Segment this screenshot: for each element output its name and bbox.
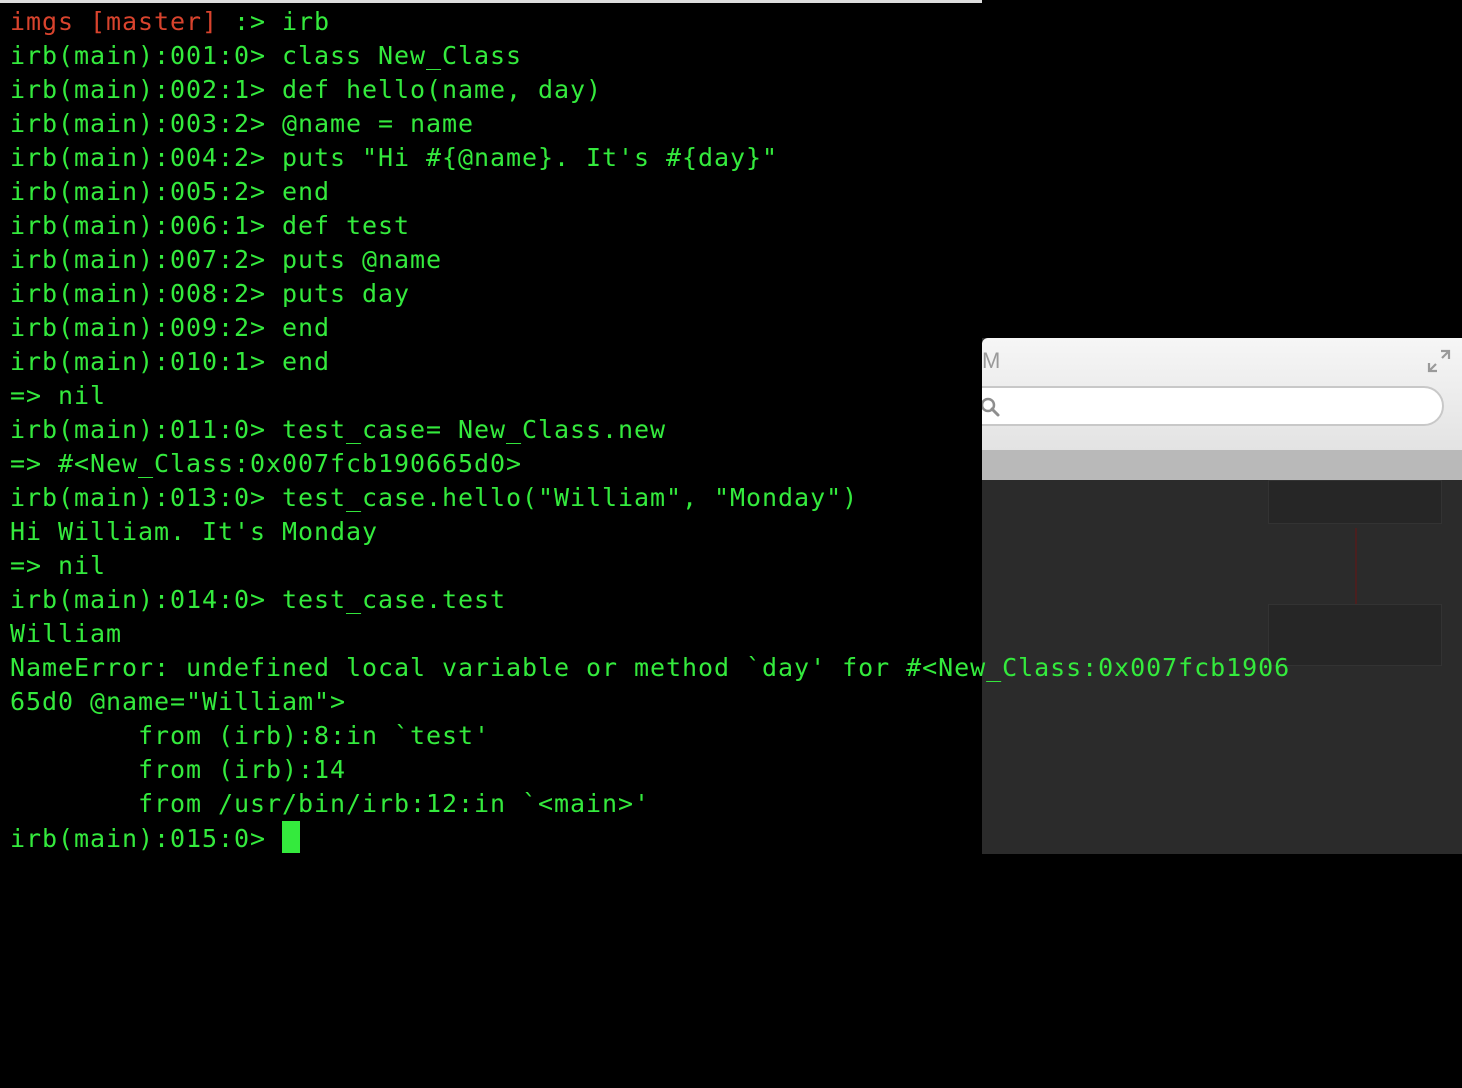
- shell-prompt-symbol: :>: [218, 7, 283, 36]
- error-line: NameError: undefined local variable or m…: [10, 653, 1291, 682]
- terminal-line: irb(main):007:2> puts @name: [10, 245, 443, 274]
- terminal-line: irb(main):001:0> class New_Class: [10, 41, 523, 70]
- terminal-line: irb(main):014:0> test_case.test: [10, 585, 507, 614]
- terminal-line: Hi William. It's Monday: [10, 517, 379, 546]
- terminal-line: irb(main):002:1> def hello(name, day): [10, 75, 603, 104]
- backtrace-line: from /usr/bin/irb:12:in `<main>': [10, 789, 651, 818]
- terminal-line: => nil: [10, 551, 107, 580]
- terminal-line: irb(main):003:2> @name = name: [10, 109, 475, 138]
- terminal-line: irb(main):006:1> def test: [10, 211, 411, 240]
- terminal-top-edge: [0, 0, 982, 3]
- backtrace-line: from (irb):14: [10, 755, 347, 784]
- current-prompt-line[interactable]: irb(main):015:0>: [10, 821, 301, 855]
- terminal-line: => #<New_Class:0x007fcb190665d0>: [10, 449, 523, 478]
- text-cursor: [282, 821, 301, 853]
- error-line: 65d0 @name="William">: [10, 687, 347, 716]
- terminal-line: irb(main):011:0> test_case= New_Class.ne…: [10, 415, 667, 444]
- terminal-line: irb(main):009:2> end: [10, 313, 331, 342]
- shell-command: irb: [282, 7, 331, 36]
- terminal-line: William: [10, 619, 123, 648]
- terminal-line: irb(main):010:1> end: [10, 347, 331, 376]
- terminal-line: irb(main):004:2> puts "Hi #{@name}. It's…: [10, 143, 779, 172]
- shell-prompt-path: imgs [master]: [10, 7, 219, 36]
- terminal-line: irb(main):008:2> puts day: [10, 279, 411, 308]
- terminal-line: irb(main):013:0> test_case.hello("Willia…: [10, 483, 859, 512]
- backtrace-line: from (irb):8:in `test': [10, 721, 491, 750]
- current-prompt: irb(main):015:0>: [10, 824, 283, 853]
- terminal-line: => nil: [10, 381, 107, 410]
- terminal-window[interactable]: imgs [master] :> irb irb(main):001:0> cl…: [0, 0, 1462, 854]
- terminal-line: irb(main):005:2> end: [10, 177, 331, 206]
- shell-prompt-line: imgs [master] :> irb: [10, 5, 330, 39]
